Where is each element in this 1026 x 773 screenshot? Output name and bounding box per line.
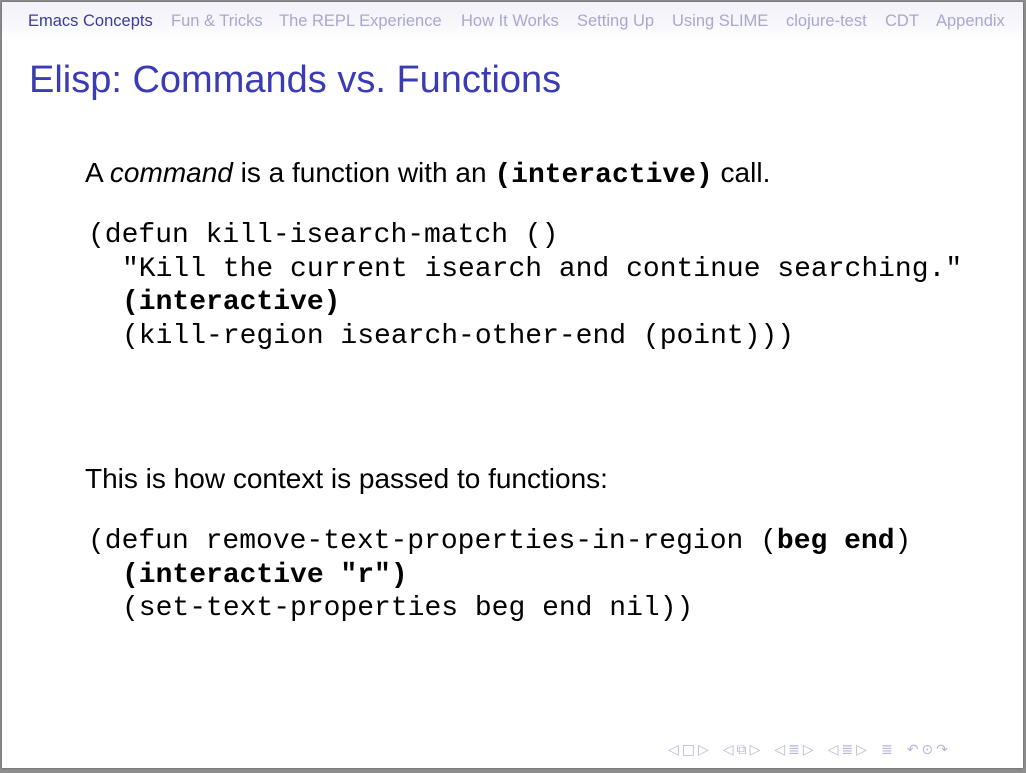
section-icon[interactable]: ≣ [788,742,800,758]
prev-frame-icon[interactable]: ◁ [668,742,679,758]
code-segment: ) [894,526,912,557]
interactive-inline-code: (interactive) [494,160,713,191]
command-definition-text: A command is a function with an (interac… [85,157,770,191]
context-passing-text: This is how context is passed to functio… [85,463,608,494]
code-block-remove-text-properties: (defun remove-text-properties-in-region … [88,525,911,626]
beamer-navigation-bar: ◁ □ ▷ ◁ ⧉ ▷ ◁ ≣ ▷ ◁ ≣ ▷ ≣ ↶ ⊙ ↷ [668,742,951,762]
nav-section-cdt[interactable]: CDT [885,12,919,31]
search-icon[interactable]: ⊙ [921,742,933,758]
nav-section-how-it-works[interactable]: How It Works [461,12,559,31]
nav-section-repl-experience[interactable]: The REPL Experience [279,12,442,31]
code-line-interactive: (interactive) [122,287,341,318]
part-icon[interactable]: ≣ [841,742,853,758]
command-emphasis: command [109,157,233,188]
nav-section-appendix[interactable]: Appendix [936,12,1005,31]
prev-part-icon[interactable]: ◁ [828,742,839,758]
frame-icon[interactable]: □ [682,742,695,758]
code-line: "Kill the current isearch and continue s… [122,253,963,285]
text-middle: is a function with an [232,157,495,188]
frame-title: Elisp: Commands vs. Functions [29,59,562,101]
text-prefix: A [85,157,110,188]
code-line: (set-text-properties beg end nil)) [122,593,694,624]
code-line-interactive: (interactive "r") [122,559,408,591]
code-line: (kill-region isearch-other-end (point))) [122,320,795,352]
document-icon[interactable]: ≣ [881,742,893,758]
section-navbar: Emacs Concepts Fun & Tricks The REPL Exp… [2,2,1023,40]
code-line: (defun kill-isearch-match () [88,220,559,251]
code-block-kill-isearch-match: (defun kill-isearch-match () "Kill the cu… [88,219,962,353]
nav-section-emacs-concepts[interactable]: Emacs Concepts [28,12,153,31]
nav-section-using-slime[interactable]: Using SLIME [672,12,768,31]
nav-section-clojure-test[interactable]: clojure-test [786,12,867,31]
subsection-icon[interactable]: ⧉ [737,742,747,758]
next-part-icon[interactable]: ▷ [856,742,867,758]
prev-section-icon[interactable]: ◁ [774,742,785,758]
slide: Emacs Concepts Fun & Tricks The REPL Exp… [2,2,1023,768]
code-args-bold: beg end [776,526,895,557]
prev-subsection-icon[interactable]: ◁ [723,742,734,758]
nav-section-fun-tricks[interactable]: Fun & Tricks [171,12,263,31]
back-icon[interactable]: ↶ [907,742,919,758]
text-suffix: call. [712,157,771,188]
forward-icon[interactable]: ↷ [936,742,948,758]
nav-section-setting-up[interactable]: Setting Up [577,12,654,31]
next-subsection-icon[interactable]: ▷ [750,742,761,758]
next-section-icon[interactable]: ▷ [803,742,814,758]
code-segment: (defun remove-text-properties-in-region … [88,526,777,557]
next-frame-icon[interactable]: ▷ [698,742,709,758]
code-line: (defun remove-text-properties-in-region … [88,525,911,559]
